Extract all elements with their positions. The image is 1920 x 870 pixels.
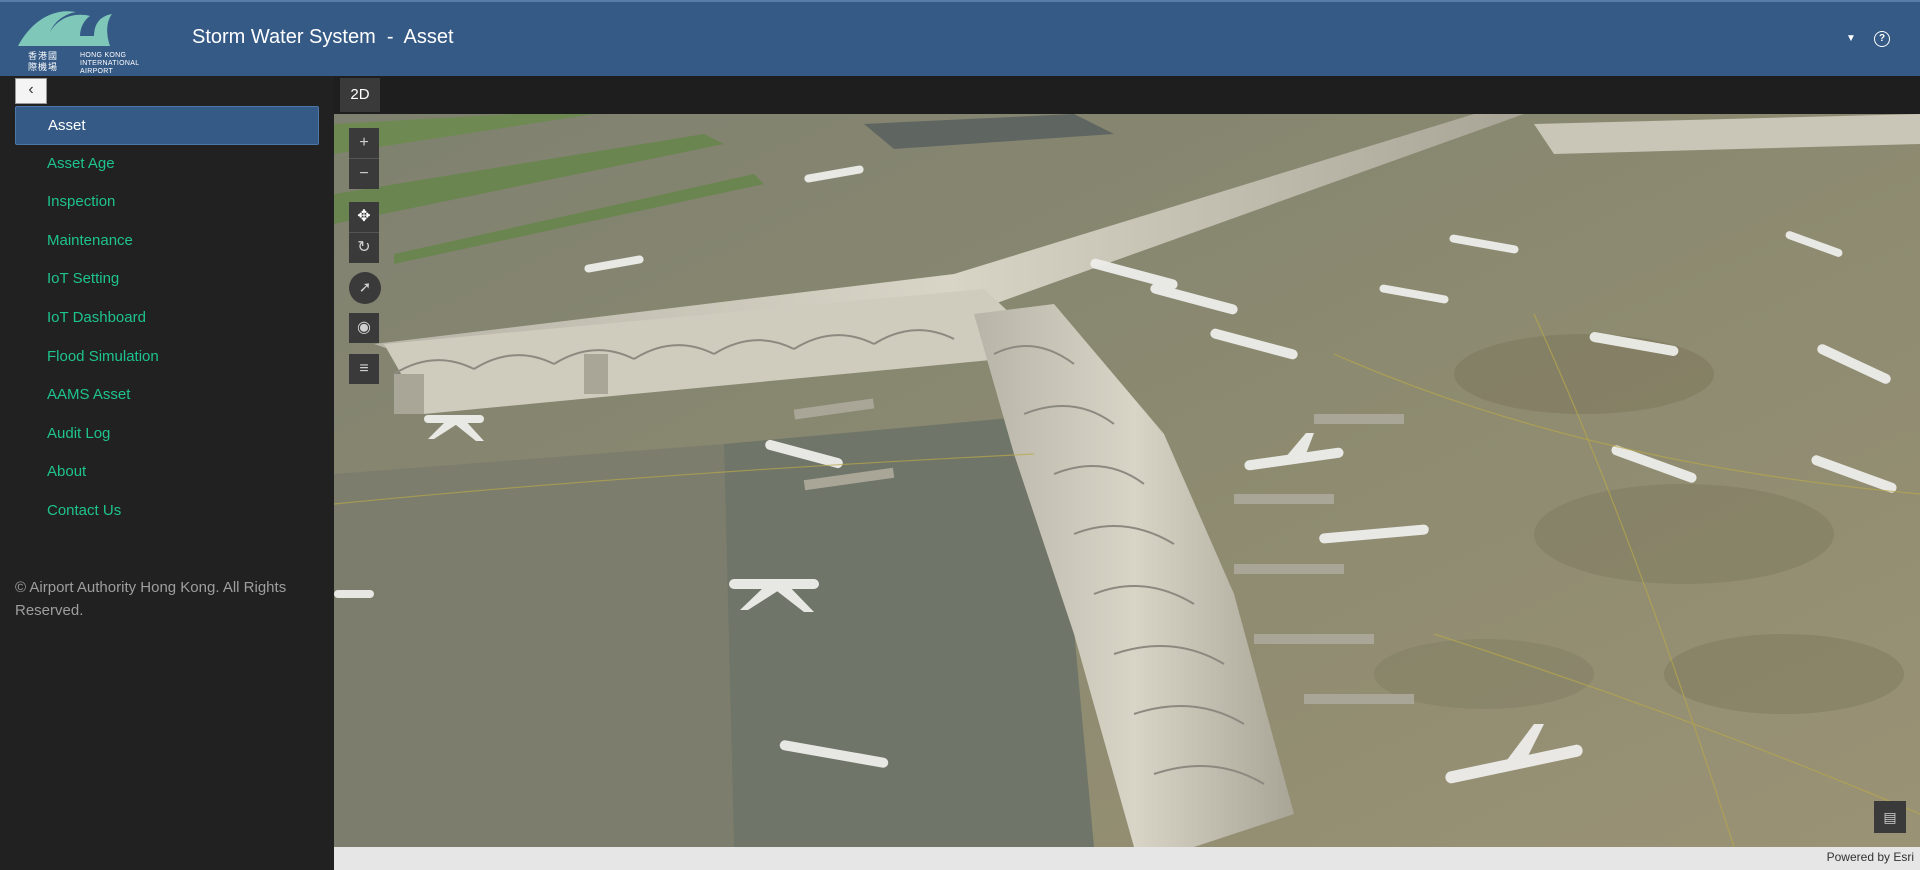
sidebar-item-iot-dashboard[interactable]: IoT Dashboard bbox=[15, 299, 319, 338]
help-icon[interactable]: ? bbox=[1874, 31, 1890, 47]
app-header: 香港國際機場 HONG KONG INTERNATIONAL AIRPORT S… bbox=[0, 0, 1920, 76]
sidebar-item-about[interactable]: About bbox=[15, 453, 319, 492]
list-icon[interactable]: ≡ bbox=[349, 354, 379, 384]
map-attribution-bar: Powered by Esri bbox=[334, 847, 1920, 870]
sidebar-item-iot-setting[interactable]: IoT Setting bbox=[15, 260, 319, 299]
rotate-icon[interactable]: ↻ bbox=[349, 233, 379, 263]
caret-down-icon[interactable]: ▼ bbox=[1844, 32, 1858, 46]
sidebar-nav: Asset Asset Age Inspection Maintenance I… bbox=[15, 106, 319, 531]
sidebar-item-inspection[interactable]: Inspection bbox=[15, 183, 319, 222]
hkia-logo[interactable]: 香港國際機場 HONG KONG INTERNATIONAL AIRPORT bbox=[14, 6, 146, 76]
zoom-out-icon[interactable]: − bbox=[349, 159, 379, 189]
sidebar-item-asset-age[interactable]: Asset Age bbox=[15, 145, 319, 184]
view-toggle-2d-button[interactable]: 2D bbox=[340, 78, 380, 112]
sidebar-collapse-button[interactable]: ‹ bbox=[15, 78, 47, 104]
copyright-text: © Airport Authority Hong Kong. All Right… bbox=[15, 579, 287, 619]
sidebar: ‹ Asset Asset Age Inspection Maintenance… bbox=[0, 76, 334, 870]
legend-icon[interactable]: ▤ bbox=[1874, 801, 1906, 833]
scene-view[interactable]: + − ✥ ↻ ➚ ◉ ≡ ▤ bbox=[334, 114, 1920, 847]
page-title: Storm Water System - Asset bbox=[192, 26, 454, 48]
logo-english-text: HONG KONG INTERNATIONAL AIRPORT bbox=[80, 52, 140, 75]
logo-chinese-text: 香港國際機場 bbox=[28, 52, 59, 73]
sidebar-item-audit-log[interactable]: Audit Log bbox=[15, 415, 319, 454]
chevron-left-icon: ‹ bbox=[28, 81, 34, 98]
esri-attribution[interactable]: Powered by Esri bbox=[1827, 850, 1914, 864]
pan-icon[interactable]: ✥ bbox=[349, 202, 379, 232]
navigation-controls: ✥ ↻ bbox=[349, 202, 379, 263]
sidebar-item-maintenance[interactable]: Maintenance bbox=[15, 222, 319, 261]
zoom-controls: + − bbox=[349, 128, 379, 189]
compass-icon[interactable]: ➚ bbox=[349, 272, 381, 304]
logo-mark bbox=[18, 11, 112, 46]
sidebar-item-flood-simulation[interactable]: Flood Simulation bbox=[15, 338, 319, 377]
layers-icon[interactable]: ◉ bbox=[349, 313, 379, 343]
aerial-airport-imagery bbox=[334, 114, 1920, 847]
sidebar-item-asset[interactable]: Asset bbox=[15, 106, 319, 145]
map-toolbar: 2D bbox=[334, 76, 1920, 114]
sidebar-item-contact-us[interactable]: Contact Us bbox=[15, 492, 319, 531]
zoom-in-icon[interactable]: + bbox=[349, 128, 379, 158]
sidebar-item-aams-asset[interactable]: AAMS Asset bbox=[15, 376, 319, 415]
